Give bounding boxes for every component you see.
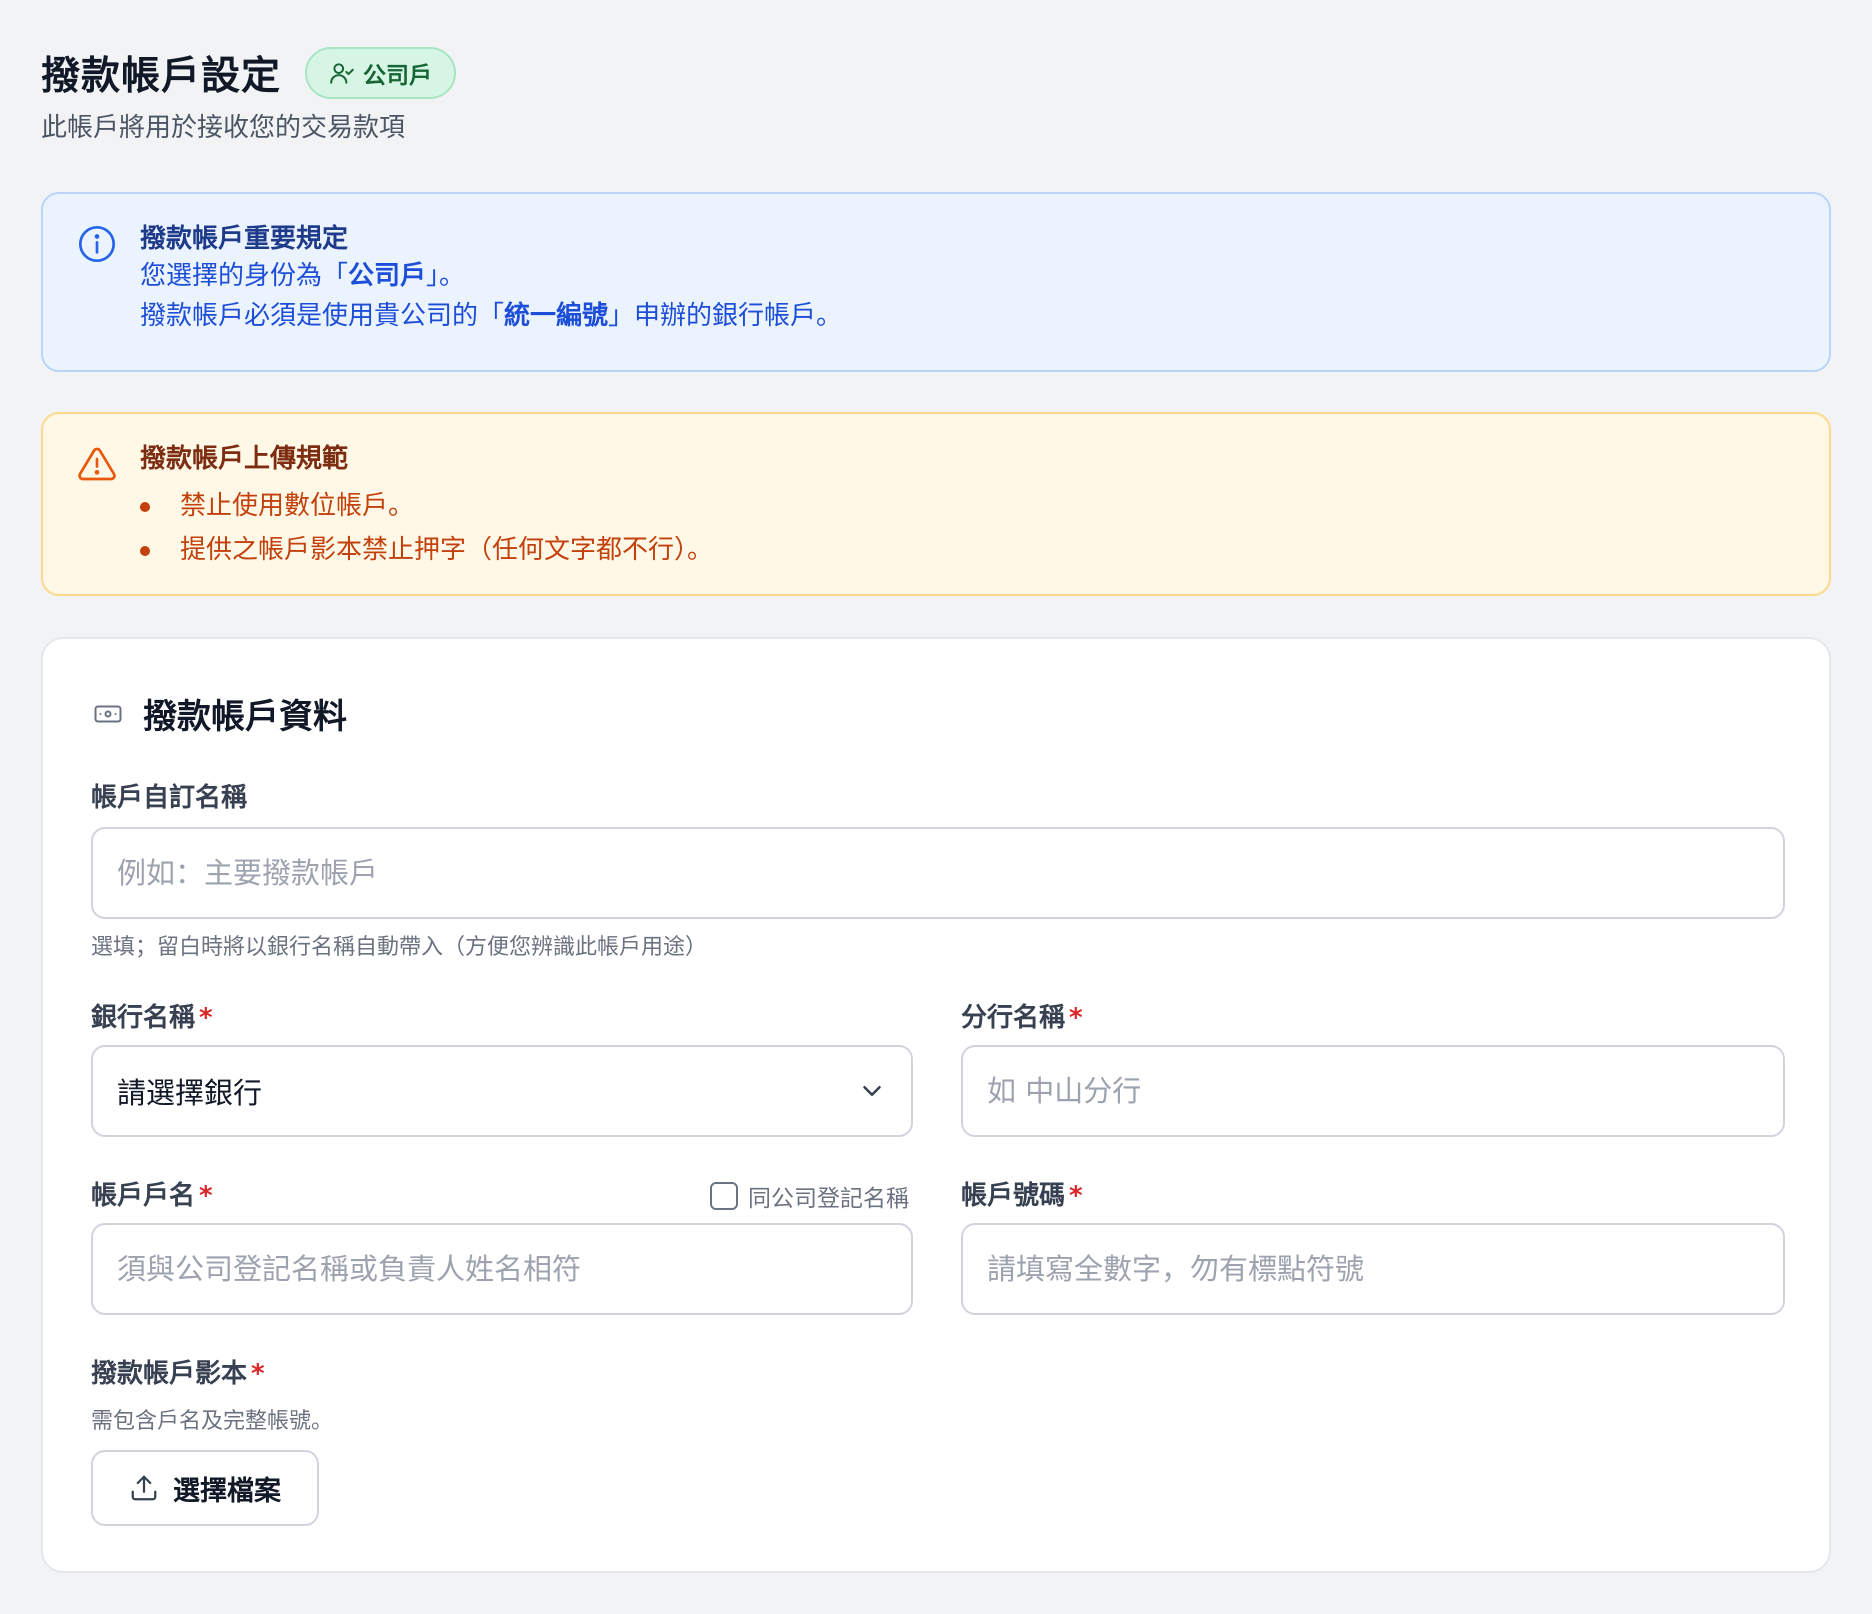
user-check-icon: [330, 63, 354, 84]
branch-input[interactable]: [961, 1045, 1785, 1137]
bank-label: 銀行名稱 *: [91, 997, 213, 1034]
warning-alert: 撥款帳戶上傳規範 禁止使用數位帳戶。 提供之帳戶影本禁止押字（任何文字都不行）。: [41, 412, 1831, 596]
bank-label-text: 銀行名稱: [91, 1003, 196, 1033]
alias-label: 帳戶自訂名稱: [91, 783, 248, 813]
alias-hint: 選填；留白時將以銀行名稱自動帶入（方便您辨識此帳戶用途）: [91, 935, 708, 960]
warning-alert-title: 撥款帳戶上傳規範: [140, 444, 349, 474]
required-mark: *: [1069, 1181, 1083, 1211]
info-circle-icon: [79, 226, 115, 262]
card-header: 撥款帳戶資料: [93, 689, 347, 738]
info-alert-title: 撥款帳戶重要規定: [140, 224, 349, 254]
info-alert: 撥款帳戶重要規定 您選擇的身份為「公司戶」。 撥款帳戶必須是使用貴公司的「統一編…: [41, 192, 1831, 372]
info-line2-suffix: 」申辦的銀行帳戶。: [608, 301, 843, 331]
badge-label: 公司戶: [363, 63, 433, 89]
choose-file-label: 選擇檔案: [173, 1475, 281, 1506]
copy-label: 撥款帳戶影本 *: [91, 1353, 265, 1390]
warning-alert-body: 撥款帳戶上傳規範 禁止使用數位帳戶。 提供之帳戶影本禁止押字（任何文字都不行）。: [140, 442, 1799, 572]
copy-hint: 需包含戶名及完整帳號。: [91, 1409, 334, 1434]
list-item: 禁止使用數位帳戶。: [140, 484, 1799, 528]
required-mark: *: [199, 1003, 213, 1033]
upload-icon: [131, 1475, 157, 1501]
info-line2-prefix: 撥款帳戶必須是使用貴公司的「: [140, 301, 505, 331]
warning-list: 禁止使用數位帳戶。 提供之帳戶影本禁止押字（任何文字都不行）。: [140, 484, 1799, 572]
info-alert-line-2: 撥款帳戶必須是使用貴公司的「統一編號」申辦的銀行帳戶。: [140, 296, 1799, 336]
page-subtitle: 此帳戶將用於接收您的交易款項: [41, 113, 406, 143]
same-as-company-checkbox[interactable]: [710, 1182, 738, 1210]
required-mark: *: [199, 1181, 213, 1211]
account-number-input[interactable]: [961, 1223, 1785, 1315]
list-item: 提供之帳戶影本禁止押字（任何文字都不行）。: [140, 528, 1799, 572]
same-as-company-label[interactable]: 同公司登記名稱: [748, 1179, 909, 1213]
page-header: 撥款帳戶設定 公司戶: [41, 38, 457, 108]
required-mark: *: [1069, 1003, 1083, 1033]
bank-select[interactable]: 請選擇銀行: [91, 1045, 913, 1137]
copy-label-text: 撥款帳戶影本: [91, 1359, 248, 1389]
info-line1-prefix: 您選擇的身份為「: [140, 261, 349, 291]
card-title: 撥款帳戶資料: [143, 697, 347, 737]
page-title: 撥款帳戶設定: [41, 54, 282, 99]
account-type-badge: 公司戶: [305, 47, 457, 99]
branch-label-text: 分行名稱: [961, 1003, 1066, 1033]
warning-triangle-icon: [78, 447, 116, 481]
chevron-down-icon: [863, 1086, 881, 1096]
banknote-icon: [94, 705, 122, 722]
account-number-label-text: 帳戶號碼: [961, 1181, 1066, 1211]
info-line1-suffix: 」。: [426, 261, 466, 291]
holder-label-text: 帳戶戶名: [91, 1181, 196, 1211]
info-alert-body: 撥款帳戶重要規定 您選擇的身份為「公司戶」。 撥款帳戶必須是使用貴公司的「統一編…: [140, 222, 1799, 336]
alias-input[interactable]: [91, 827, 1785, 919]
info-line2-bold: 統一編號: [504, 301, 609, 331]
bank-select-value: 請選擇銀行: [117, 1076, 263, 1110]
account-number-label: 帳戶號碼 *: [961, 1175, 1083, 1212]
info-line1-bold: 公司戶: [348, 261, 427, 291]
same-as-company-checkbox-wrap[interactable]: 同公司登記名稱: [710, 1179, 909, 1213]
choose-file-button[interactable]: 選擇檔案: [91, 1450, 319, 1526]
info-alert-line-1: 您選擇的身份為「公司戶」。: [140, 256, 1799, 296]
branch-label: 分行名稱 *: [961, 997, 1083, 1034]
holder-input[interactable]: [91, 1223, 913, 1315]
holder-label: 帳戶戶名 *: [91, 1175, 213, 1212]
required-mark: *: [251, 1359, 265, 1389]
account-form-card: 撥款帳戶資料 帳戶自訂名稱 選填；留白時將以銀行名稱自動帶入（方便您辨識此帳戶用…: [41, 637, 1831, 1573]
